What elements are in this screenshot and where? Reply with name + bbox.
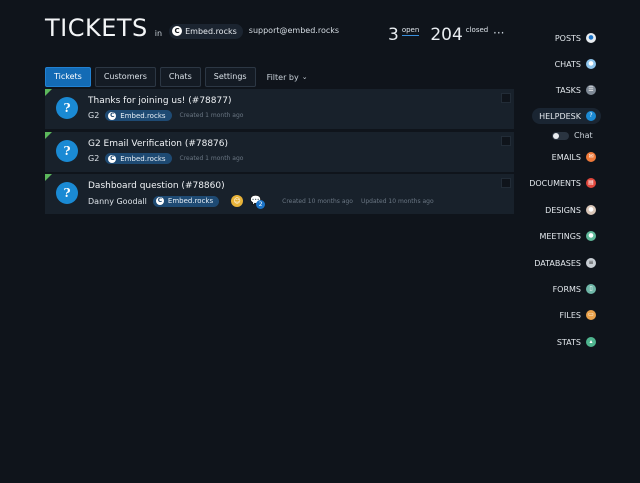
nav-forms-label: FORMS [552,284,581,294]
created-time: Created 1 month ago [179,155,244,162]
ticket-row[interactable]: ? Thanks for joining us! (#78877) G2 C E… [45,89,514,129]
document-icon: ▤ [586,178,596,188]
ticket-avatar-icon: ? [56,140,78,162]
open-count: 3 [388,25,399,45]
nav-files[interactable]: FILES ▭ [559,308,596,322]
status-flag [45,89,52,96]
toggle-knob [553,132,559,139]
embed-logo-icon: C [172,26,183,36]
select-checkbox[interactable] [501,93,511,103]
nav-tasks[interactable]: TASKS ☰ [556,83,596,97]
ticket-meta: G2 C Embed.rocks Created 1 month ago [88,110,243,121]
embed-logo-icon: C [108,154,117,163]
ticket-user: G2 [88,111,100,120]
nav-emails[interactable]: EMAILS ✉ [552,150,596,164]
site-tag-label: Embed.rocks [167,197,214,205]
select-checkbox[interactable] [501,136,511,146]
closed-count: 204 [430,25,463,45]
nav-documents[interactable]: DOCUMENTS ▤ [529,176,596,190]
meeting-icon: ● [586,231,596,241]
email-icon: ✉ [586,152,596,162]
created-time: Created 1 month ago [179,112,244,119]
site-name: Embed.rocks [185,26,237,36]
ticket-counts: 3 open 204 closed [388,25,488,45]
ticket-user: G2 [88,154,100,163]
ticket-title[interactable]: Thanks for joining us! (#78877) [88,96,231,106]
nav-chats[interactable]: CHATS ● [555,57,596,71]
site-tag: C Embed.rocks [105,153,172,164]
chat-icon: ● [586,59,596,69]
assignee-avatar[interactable]: ☺ [231,195,244,207]
tasks-icon: ☰ [586,85,596,95]
nav-chats-label: CHATS [554,59,581,69]
form-icon: ▯ [586,284,596,294]
updated-time: Updated 10 months ago [360,197,434,205]
tab-customers[interactable]: Customers [94,67,156,87]
nav-files-label: FILES [559,310,581,320]
page-header: TICKETS in C Embed.rocks support@embed.r… [45,14,339,54]
embed-logo-icon: C [108,111,117,120]
nav-helpdesk[interactable]: HELPDESK ? [532,108,601,124]
nav-tasks-label: TASKS [555,85,581,95]
site-tag: C Embed.rocks [105,110,172,121]
nav-databases[interactable]: DATABASES ≡ [534,256,596,270]
tab-settings[interactable]: Settings [204,67,256,87]
open-filter-link[interactable]: open [401,26,420,36]
stats-icon: ▴ [586,337,596,347]
nav-meetings[interactable]: MEETINGS ● [539,229,596,243]
ticket-title[interactable]: G2 Email Verification (#78876) [88,139,228,149]
nav-meetings-label: MEETINGS [539,231,581,241]
palette-icon: ● [586,205,596,215]
nav-stats[interactable]: STATS ▴ [557,335,596,349]
page-title: TICKETS [45,14,148,42]
tab-tickets[interactable]: Tickets [45,67,91,87]
chat-toggle-label: Chat [574,131,593,140]
site-tag-label: Embed.rocks [120,111,166,120]
closed-filter-link[interactable]: closed [466,26,488,34]
select-checkbox[interactable] [501,178,511,188]
ticket-meta: G2 C Embed.rocks Created 1 month ago [88,153,243,164]
site-selector[interactable]: C Embed.rocks [169,23,243,39]
tab-bar: Tickets Customers Chats Settings Filter … [45,67,308,87]
status-flag [45,132,52,139]
nav-posts[interactable]: POSTS ● [555,31,596,45]
nav-documents-label: DOCUMENTS [529,178,581,188]
ticket-title[interactable]: Dashboard question (#78860) [88,181,225,191]
nav-emails-label: EMAILS [551,152,581,162]
database-icon: ≡ [586,258,596,268]
support-email[interactable]: support@embed.rocks [249,26,339,35]
nav-helpdesk-label: HELPDESK [539,111,581,121]
ticket-meta: Danny Goodall C Embed.rocks ☺ 💬 2 Create… [88,195,434,209]
nav-posts-label: POSTS [554,33,581,43]
chat-count: 2 [256,200,266,209]
helpdesk-icon: ? [586,111,596,121]
ticket-avatar-icon: ? [56,97,78,119]
tab-chats[interactable]: Chats [159,67,201,87]
ticket-avatar-icon: ? [56,182,78,204]
chevron-down-icon: ⌄ [301,73,308,81]
in-label: in [154,29,163,38]
ticket-user: Danny Goodall [88,196,147,206]
file-icon: ▭ [586,310,596,320]
filter-dropdown[interactable]: Filter by ⌄ [267,73,308,82]
embed-logo-icon: C [155,197,164,205]
ticket-row[interactable]: ? G2 Email Verification (#78876) G2 C Em… [45,132,514,172]
nav-stats-label: STATS [556,337,581,347]
nav-databases-label: DATABASES [534,258,581,268]
nav-designs[interactable]: DESIGNS ● [545,203,596,217]
chat-toggle[interactable]: Chat [552,131,593,140]
status-flag [45,174,52,181]
site-tag-label: Embed.rocks [120,154,166,163]
chat-count-badge[interactable]: 💬 2 [250,195,266,209]
ticket-row[interactable]: ? Dashboard question (#78860) Danny Good… [45,174,514,214]
more-options-icon[interactable]: ··· [493,26,504,40]
person-icon: ● [586,33,596,43]
created-time: Created 10 months ago [282,197,353,205]
toggle-switch[interactable] [552,131,569,140]
nav-designs-label: DESIGNS [545,205,581,215]
nav-forms[interactable]: FORMS ▯ [553,282,596,296]
filter-label: Filter by [266,72,299,82]
site-tag: C Embed.rocks [152,195,220,207]
